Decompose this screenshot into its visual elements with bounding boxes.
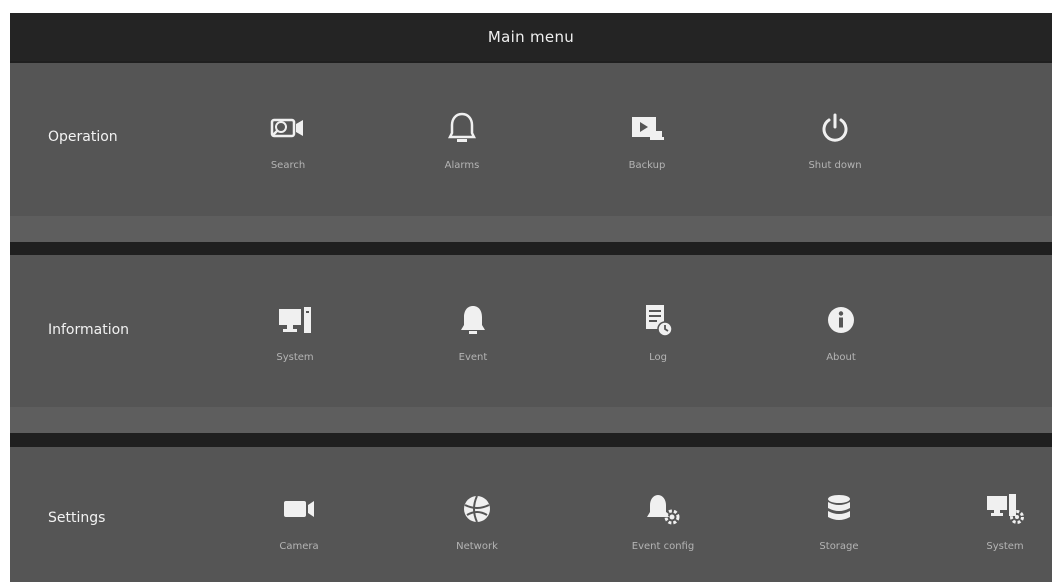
menu-item-about[interactable]: About (776, 300, 906, 363)
bell-icon (442, 108, 482, 148)
menu-item-label: Shut down (808, 160, 862, 171)
menu-item-system-settings[interactable]: System (940, 489, 1052, 552)
menu-item-label: Storage (819, 541, 859, 552)
menu-item-label: About (826, 352, 856, 363)
menu-item-network[interactable]: Network (412, 489, 542, 552)
menu-item-storage[interactable]: Storage (774, 489, 904, 552)
bell-icon (453, 300, 493, 340)
menu-item-system-info[interactable]: System (230, 300, 360, 363)
menu-item-log[interactable]: Log (593, 300, 723, 363)
menu-item-label: Search (270, 160, 306, 171)
menu-item-label: Backup (628, 160, 666, 171)
database-icon (819, 489, 859, 529)
log-icon (638, 300, 678, 340)
menu-item-search[interactable]: Search (223, 108, 353, 171)
title-bar: Main menu (10, 13, 1052, 61)
menu-item-label: Event config (631, 541, 695, 552)
camera-icon (279, 489, 319, 529)
menu-item-label: Log (649, 352, 667, 363)
settings-section: Settings Camera Network Event config Sto… (10, 447, 1052, 582)
section-label-operation: Operation (48, 129, 118, 145)
menu-item-alarms[interactable]: Alarms (397, 108, 527, 171)
menu-item-backup[interactable]: Backup (582, 108, 712, 171)
menu-item-label: System (986, 541, 1024, 552)
menu-item-label: Camera (279, 541, 319, 552)
section-label-settings: Settings (48, 510, 106, 526)
bell-gear-icon (643, 489, 683, 529)
computer-gear-icon (985, 489, 1025, 529)
menu-item-event-config[interactable]: Event config (598, 489, 728, 552)
backup-icon (627, 108, 667, 148)
section-divider-strip (10, 216, 1052, 242)
information-section: Information System Event Log About (10, 255, 1052, 433)
network-globe-icon (457, 489, 497, 529)
section-divider-strip (10, 407, 1052, 433)
section-label-information: Information (48, 322, 130, 338)
operation-section: Operation Search Alarms Backup Shut down (10, 63, 1052, 242)
info-icon (821, 300, 861, 340)
menu-item-camera[interactable]: Camera (234, 489, 364, 552)
menu-item-label: Alarms (444, 160, 480, 171)
menu-item-label: Event (458, 352, 488, 363)
menu-item-shut-down[interactable]: Shut down (770, 108, 900, 171)
window-title: Main menu (487, 28, 575, 46)
power-icon (815, 108, 855, 148)
computer-icon (275, 300, 315, 340)
search-camera-icon (268, 108, 308, 148)
menu-item-event[interactable]: Event (408, 300, 538, 363)
main-menu-window: Main menu Operation Search Alarms Backup… (10, 13, 1052, 582)
menu-item-label: Network (456, 541, 498, 552)
menu-item-label: System (276, 352, 314, 363)
